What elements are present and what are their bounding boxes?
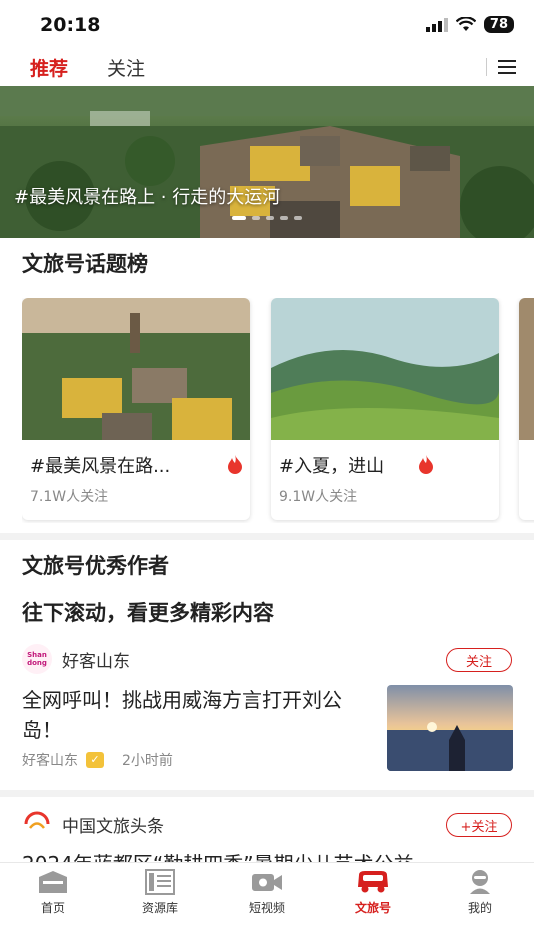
status-time: 20:18 (40, 14, 101, 36)
tab-profile[interactable]: 我的 (440, 869, 520, 916)
section-separator (0, 790, 534, 797)
carousel-dot (252, 216, 260, 220)
author-row[interactable]: Shan dong 好客山东 (22, 644, 130, 674)
author-row[interactable]: 中国文旅头条 (22, 809, 164, 839)
tab-profile-label: 我的 (467, 901, 492, 915)
library-icon (145, 869, 175, 895)
topic-image (519, 298, 534, 440)
author-avatar-icon (23, 810, 51, 838)
carousel-dot (280, 216, 288, 220)
fire-icon (228, 455, 242, 474)
tab-travel-account-label: 文旅号 (354, 901, 391, 915)
author-name: 中国文旅头条 (62, 816, 164, 837)
tab-recommend[interactable]: 推荐 (30, 54, 69, 89)
topic-card[interactable]: #最美风景在路... 7.1W人关注 (22, 298, 250, 520)
topic-followers: 7.1W人关注 (30, 489, 109, 505)
author-avatar: Shan dong (22, 644, 52, 674)
carousel-dots (232, 216, 302, 220)
nav-divider (486, 58, 487, 76)
follow-button[interactable]: 关注 (446, 648, 512, 672)
topic-card-partial[interactable] (519, 298, 534, 520)
carousel-dot (232, 216, 246, 220)
section-separator (0, 533, 534, 540)
article-title[interactable]: 全网呼叫！挑战用威海方言打开刘公岛！ (22, 685, 352, 745)
tab-library[interactable]: 资源库 (120, 869, 200, 916)
profile-icon (470, 870, 490, 894)
author-logo-text: Shan dong (27, 651, 47, 667)
follow-button[interactable]: +关注 (446, 813, 512, 837)
video-icon (252, 874, 282, 891)
authors-section-title: 文旅号优秀作者 (22, 554, 169, 578)
topic-card[interactable]: #入夏，进山 9.1W人关注 (271, 298, 499, 520)
tab-home-label: 首页 (40, 901, 65, 915)
topic-image (22, 298, 250, 440)
article-author: 好客山东 (22, 753, 78, 769)
tab-home[interactable]: 首页 (13, 869, 93, 916)
top-nav: 推荐 关注 (0, 48, 534, 89)
bottom-tab-bar: 首页 资源库 短视频 文旅号 我的 (0, 862, 534, 951)
carousel-dot (294, 216, 302, 220)
verified-icon: ✓ (86, 752, 104, 768)
status-bar: 20:18 78 (0, 0, 534, 48)
topic-title: #最美风景在路... (30, 456, 171, 477)
topic-title: #入夏，进山 (279, 456, 385, 477)
signal-icon (425, 17, 448, 32)
wifi-icon (455, 17, 476, 31)
tab-travel-account[interactable]: 文旅号 (333, 869, 413, 916)
tab-short-video-label: 短视频 (248, 901, 285, 915)
topic-followers: 9.1W人关注 (279, 489, 358, 505)
tab-short-video[interactable]: 短视频 (227, 869, 307, 916)
battery-indicator: 78 (483, 16, 514, 33)
menu-icon[interactable] (497, 58, 517, 76)
tab-library-label: 资源库 (141, 901, 178, 915)
home-icon (39, 871, 67, 893)
article-thumbnail[interactable] (387, 685, 513, 771)
topic-carousel[interactable]: #最美风景在路... 7.1W人关注 #入夏，进山 9.1W人关注 (22, 298, 534, 523)
carousel-dot (266, 216, 274, 220)
article-meta: 好客山东 ✓ 2小时前 (22, 750, 173, 770)
topics-section-title: 文旅号话题榜 (22, 252, 148, 276)
bus-icon (358, 871, 388, 893)
tab-following[interactable]: 关注 (107, 54, 145, 81)
fire-icon (419, 455, 433, 474)
topic-image (271, 298, 499, 440)
banner-caption: #最美风景在路上 · 行走的大运河 (14, 187, 281, 208)
article-time: 2小时前 (122, 753, 173, 769)
author-name: 好客山东 (62, 651, 130, 672)
hero-banner[interactable]: #最美风景在路上 · 行走的大运河 (0, 86, 534, 238)
authors-section-subtitle: 往下滚动，看更多精彩内容 (22, 601, 274, 625)
